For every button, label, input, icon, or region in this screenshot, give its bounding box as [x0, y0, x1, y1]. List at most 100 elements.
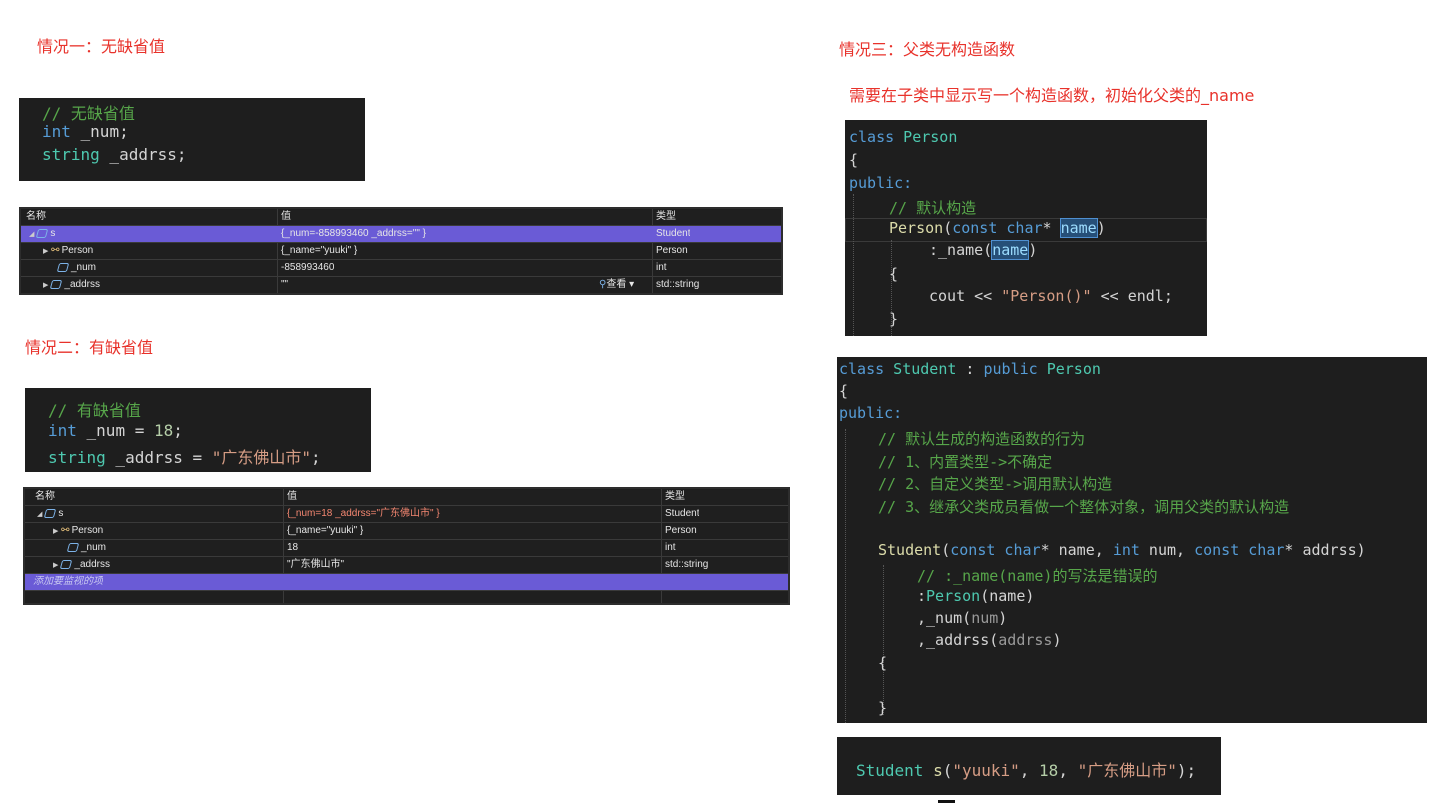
- add-watch-placeholder[interactable]: 添加要监视的项: [33, 574, 103, 590]
- number-literal: 18: [153, 421, 174, 440]
- indent-guide: [845, 429, 846, 723]
- brace: }: [889, 310, 899, 328]
- keyword: class: [849, 128, 895, 146]
- member-name: _addrss;: [99, 145, 187, 164]
- expand-icon[interactable]: ▶: [53, 562, 58, 569]
- code-comment: // 2、自定义类型->调用默认构造: [878, 475, 1113, 493]
- collapse-icon[interactable]: ◢: [37, 511, 42, 518]
- col-name-header[interactable]: 名称: [35, 489, 55, 505]
- variable-icon: [60, 559, 73, 569]
- constructor-name: Student: [878, 541, 942, 559]
- text-cursor-mark: [938, 800, 955, 803]
- keyword: const: [1194, 541, 1240, 559]
- var-name: Person: [71, 525, 104, 536]
- class-name: Student: [884, 360, 957, 378]
- var-value: "": [281, 279, 289, 290]
- colon: :: [956, 360, 984, 378]
- expand-icon[interactable]: ▶: [43, 248, 48, 255]
- var-value: -858993460: [281, 262, 335, 273]
- var-type: Student: [665, 508, 700, 519]
- brace: {: [889, 265, 899, 283]
- col-type-header[interactable]: 类型: [656, 209, 676, 225]
- variable-icon: [44, 508, 57, 518]
- add-watch-row[interactable]: 添加要监视的项: [25, 574, 788, 591]
- var-name: _num: [81, 542, 107, 553]
- keyword: public:: [849, 174, 913, 192]
- param-highlight: name: [1059, 218, 1098, 238]
- param: num: [971, 609, 999, 627]
- comma: ,: [1019, 761, 1040, 780]
- col-value-header[interactable]: 值: [281, 209, 291, 225]
- brace: {: [849, 151, 859, 169]
- param: * name,: [1040, 541, 1113, 559]
- string-literal: "广东佛山市": [1077, 761, 1177, 780]
- watch-row[interactable]: ▶ _addrss "广东佛山市" std::string: [25, 557, 788, 574]
- variable-name: s: [923, 761, 943, 780]
- keyword: char: [997, 219, 1043, 237]
- watch-row[interactable]: ▶ ⚯ Person {_name="yuuki" } Person: [25, 523, 788, 540]
- watch-row[interactable]: _num -858993460 int: [21, 260, 781, 277]
- watch-row[interactable]: ◢ s {_num=18 _addrss="广东佛山市" } Student: [25, 506, 788, 523]
- keyword: string: [48, 448, 106, 467]
- expand-icon[interactable]: ▶: [43, 282, 48, 289]
- watch-header: 名称 值 类型: [25, 489, 788, 506]
- code-block-person: class Person { public: // 默认构造 Person(co…: [845, 120, 1207, 336]
- case1-heading: 情况一：无缺省值: [37, 37, 166, 56]
- expand-icon[interactable]: ▶: [53, 528, 58, 535]
- variable-icon: [66, 542, 80, 552]
- watch-row[interactable]: ◢ s {_num=-858993460 _addrss="" } Student: [21, 226, 781, 243]
- base-class-name: Person: [1037, 360, 1101, 378]
- code-comment: // 3、继承父类成员看做一个整体对象，调用父类的默认构造: [878, 498, 1290, 516]
- pointer-star: *: [1042, 219, 1061, 237]
- view-button[interactable]: ⚲查看 ▾: [599, 277, 634, 293]
- keyword: class: [839, 360, 885, 378]
- code-comment: // :_name(name)的写法是错误的: [917, 567, 1158, 585]
- watch-row[interactable]: ▶ ⚯ Person {_name="yuuki" } Person: [21, 243, 781, 260]
- operator: <<: [1091, 287, 1128, 305]
- base-class-name: Person: [926, 587, 981, 605]
- init-list: :_name(: [929, 241, 993, 259]
- keyword: int: [48, 421, 77, 440]
- var-name: s: [50, 228, 56, 239]
- keyword: public: [983, 360, 1038, 378]
- col-name-header[interactable]: 名称: [26, 209, 46, 225]
- var-type: Person: [665, 525, 697, 536]
- var-value: {_name="yuuki" }: [287, 525, 364, 536]
- string-literal: "yuuki": [952, 761, 1020, 780]
- variable-icon: [36, 228, 49, 238]
- var-name: s: [58, 508, 64, 519]
- watch-row[interactable]: _num 18 int: [25, 540, 788, 557]
- watch-header: 名称 值 类型: [21, 209, 781, 226]
- semicolon: ;: [311, 448, 321, 467]
- init-list: ,_addrss(: [917, 631, 999, 649]
- member-name: _addrss =: [105, 448, 212, 467]
- paren: (: [941, 541, 951, 559]
- var-type: std::string: [665, 559, 709, 570]
- param-highlight: name: [991, 240, 1030, 260]
- var-type: int: [665, 542, 676, 553]
- semicolon: ;: [1163, 287, 1173, 305]
- base-class-icon: ⚯: [61, 525, 70, 536]
- keyword: const: [952, 219, 998, 237]
- var-value: "广东佛山市": [287, 559, 345, 570]
- paren: ): [998, 609, 1008, 627]
- cout-statement: cout <<: [929, 287, 1002, 305]
- case3-heading: 情况三：父类无构造函数: [839, 40, 1016, 59]
- string-literal: "Person()": [1001, 287, 1092, 305]
- collapse-icon[interactable]: ◢: [29, 231, 34, 238]
- brace: {: [839, 382, 849, 400]
- constructor-name: Person: [889, 219, 944, 237]
- variable-icon: [50, 279, 63, 289]
- watch-window-1: 名称 值 类型 ◢ s {_num=-858993460 _addrss="" }…: [19, 207, 783, 295]
- col-type-header[interactable]: 类型: [665, 489, 685, 505]
- brace: }: [878, 699, 888, 717]
- var-name: Person: [61, 245, 94, 256]
- col-value-header[interactable]: 值: [287, 489, 297, 505]
- case2-heading: 情况二：有缺省值: [25, 338, 154, 357]
- code-comment: // 1、内置类型->不确定: [878, 453, 1053, 471]
- class-name: Student: [856, 761, 924, 780]
- init-list: (name): [980, 587, 1035, 605]
- paren: );: [1176, 761, 1197, 780]
- watch-row[interactable]: ▶ _addrss "" ⚲查看 ▾ std::string: [21, 277, 781, 293]
- param: num,: [1139, 541, 1195, 559]
